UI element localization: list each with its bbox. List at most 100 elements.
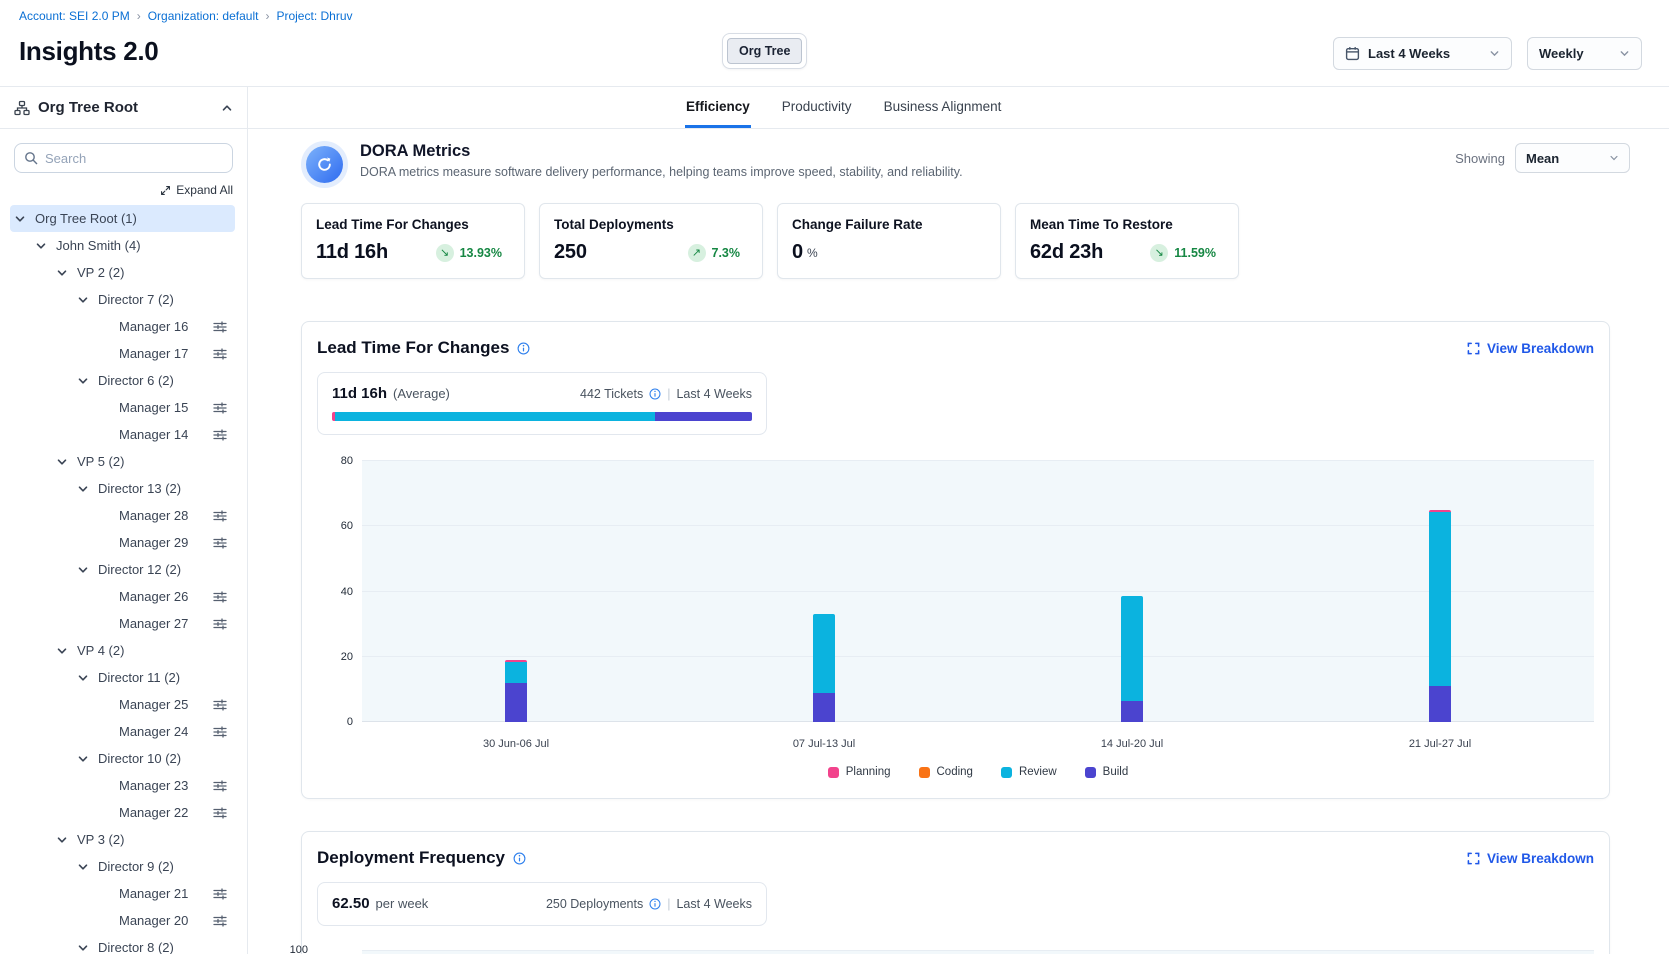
dora-metrics-icon xyxy=(306,146,343,183)
chevron-down-icon[interactable] xyxy=(77,672,91,684)
filter-sliders-icon[interactable] xyxy=(213,887,227,901)
tree-item[interactable]: Director 8 (2) xyxy=(10,934,235,954)
chevron-down-icon[interactable] xyxy=(77,564,91,576)
breadcrumb-organization-link[interactable]: Organization: default xyxy=(148,9,259,23)
chevron-down-icon[interactable] xyxy=(14,213,28,225)
tab-productivity[interactable]: Productivity xyxy=(781,87,853,128)
chevron-down-icon[interactable] xyxy=(35,240,49,252)
search-icon xyxy=(24,151,38,165)
org-tree-button[interactable]: Org Tree xyxy=(727,38,802,64)
gridline: 60 xyxy=(362,525,1594,526)
tree-item-label: Org Tree Root (1) xyxy=(35,211,137,226)
tree-item[interactable]: Director 13 (2) xyxy=(10,475,235,502)
legend-item-build[interactable]: Build xyxy=(1085,766,1129,778)
tree-item[interactable]: Manager 16 xyxy=(10,313,235,340)
bar-07-jul-13-jul[interactable] xyxy=(813,614,835,722)
filter-sliders-icon[interactable] xyxy=(213,320,227,334)
expand-all-button[interactable]: Expand All xyxy=(14,183,233,197)
tree-item[interactable]: Manager 25 xyxy=(10,691,235,718)
tree-item[interactable]: Manager 17 xyxy=(10,340,235,367)
tree-item[interactable]: VP 2 (2) xyxy=(10,259,235,286)
bar-21-jul-27-jul[interactable] xyxy=(1429,510,1451,722)
info-icon[interactable] xyxy=(517,342,530,355)
filter-sliders-icon[interactable] xyxy=(213,509,227,523)
breadcrumb-separator-icon: › xyxy=(137,9,141,23)
section-title: Lead Time For Changes xyxy=(317,338,509,358)
granularity-select[interactable]: Weekly xyxy=(1527,37,1642,70)
tree-item[interactable]: Manager 28 xyxy=(10,502,235,529)
metric-card: Change Failure Rate0% xyxy=(777,203,1001,279)
tree-item[interactable]: Manager 29 xyxy=(10,529,235,556)
filter-sliders-icon[interactable] xyxy=(213,806,227,820)
filter-sliders-icon[interactable] xyxy=(213,779,227,793)
deployment-frequency-section: Deployment Frequency View Breakdown 62.5… xyxy=(301,831,1610,954)
tree-item[interactable]: Manager 22 xyxy=(10,799,235,826)
tree-item[interactable]: Manager 15 xyxy=(10,394,235,421)
showing-select[interactable]: Mean xyxy=(1515,143,1630,173)
tree-item[interactable]: Manager 23 xyxy=(10,772,235,799)
chevron-down-icon[interactable] xyxy=(77,753,91,765)
trend-down-arrow-icon: ↘ xyxy=(440,246,449,259)
chevron-down-icon[interactable] xyxy=(56,834,70,846)
tree-item-label: Director 12 (2) xyxy=(98,562,181,577)
tree-item[interactable]: Director 7 (2) xyxy=(10,286,235,313)
tree-item[interactable]: Manager 20 xyxy=(10,907,235,934)
filter-sliders-icon[interactable] xyxy=(213,914,227,928)
tree-item[interactable]: John Smith (4) xyxy=(10,232,235,259)
dora-header: DORA Metrics DORA metrics measure softwa… xyxy=(301,142,1610,183)
tree-item[interactable]: VP 3 (2) xyxy=(10,826,235,853)
filter-sliders-icon[interactable] xyxy=(213,617,227,631)
tree-item-label: John Smith (4) xyxy=(56,238,141,253)
tree-item[interactable]: Director 9 (2) xyxy=(10,853,235,880)
legend-item-planning[interactable]: Planning xyxy=(828,766,891,778)
tree-item[interactable]: Manager 14 xyxy=(10,421,235,448)
filter-sliders-icon[interactable] xyxy=(213,536,227,550)
filter-sliders-icon[interactable] xyxy=(213,347,227,361)
filter-sliders-icon[interactable] xyxy=(213,698,227,712)
tree-item[interactable]: Manager 21 xyxy=(10,880,235,907)
bar-14-jul-20-jul[interactable] xyxy=(1121,596,1143,722)
chevron-down-icon[interactable] xyxy=(77,861,91,873)
info-icon[interactable] xyxy=(649,388,661,400)
tree-item[interactable]: Director 6 (2) xyxy=(10,367,235,394)
tree-item[interactable]: VP 4 (2) xyxy=(10,637,235,664)
view-breakdown-link[interactable]: View Breakdown xyxy=(1467,851,1594,866)
filter-sliders-icon[interactable] xyxy=(213,725,227,739)
chevron-down-icon[interactable] xyxy=(77,942,91,954)
info-icon[interactable] xyxy=(513,852,526,865)
filter-sliders-icon[interactable] xyxy=(213,401,227,415)
tree-item[interactable]: VP 5 (2) xyxy=(10,448,235,475)
chevron-down-icon[interactable] xyxy=(56,267,70,279)
chevron-down-icon[interactable] xyxy=(77,375,91,387)
tree-item[interactable]: Manager 26 xyxy=(10,583,235,610)
chevron-down-icon[interactable] xyxy=(77,294,91,306)
legend-item-coding[interactable]: Coding xyxy=(919,766,973,778)
legend-item-review[interactable]: Review xyxy=(1001,766,1057,778)
tree-item[interactable]: Manager 27 xyxy=(10,610,235,637)
tree-item[interactable]: Manager 24 xyxy=(10,718,235,745)
tree-item[interactable]: Org Tree Root (1) xyxy=(10,205,235,232)
chevron-down-icon[interactable] xyxy=(56,456,70,468)
tree-item[interactable]: Director 10 (2) xyxy=(10,745,235,772)
tree-item[interactable]: Director 12 (2) xyxy=(10,556,235,583)
gridline: 40 xyxy=(362,591,1594,592)
view-breakdown-link[interactable]: View Breakdown xyxy=(1467,341,1594,356)
info-icon[interactable] xyxy=(649,898,661,910)
chevron-down-icon[interactable] xyxy=(77,483,91,495)
summary-qualifier: per week xyxy=(376,896,429,911)
breadcrumb-project-link[interactable]: Project: Dhruv xyxy=(276,9,352,23)
search-input[interactable] xyxy=(45,151,223,166)
distribution-segment-build xyxy=(655,412,752,421)
filter-sliders-icon[interactable] xyxy=(213,590,227,604)
filter-sliders-icon[interactable] xyxy=(213,428,227,442)
breadcrumb-account-link[interactable]: Account: SEI 2.0 PM xyxy=(19,9,130,23)
period-select[interactable]: Last 4 Weeks xyxy=(1333,37,1512,70)
breadcrumb: Account: SEI 2.0 PM › Organization: defa… xyxy=(19,9,353,23)
tree-item[interactable]: Director 11 (2) xyxy=(10,664,235,691)
tab-business-alignment[interactable]: Business Alignment xyxy=(883,87,1003,128)
bar-segment-review xyxy=(1121,596,1143,700)
tab-efficiency[interactable]: Efficiency xyxy=(685,87,751,128)
chevron-down-icon[interactable] xyxy=(56,645,70,657)
collapse-sidebar-icon[interactable] xyxy=(221,102,233,114)
bar-30-jun-06-jul[interactable] xyxy=(505,660,527,722)
